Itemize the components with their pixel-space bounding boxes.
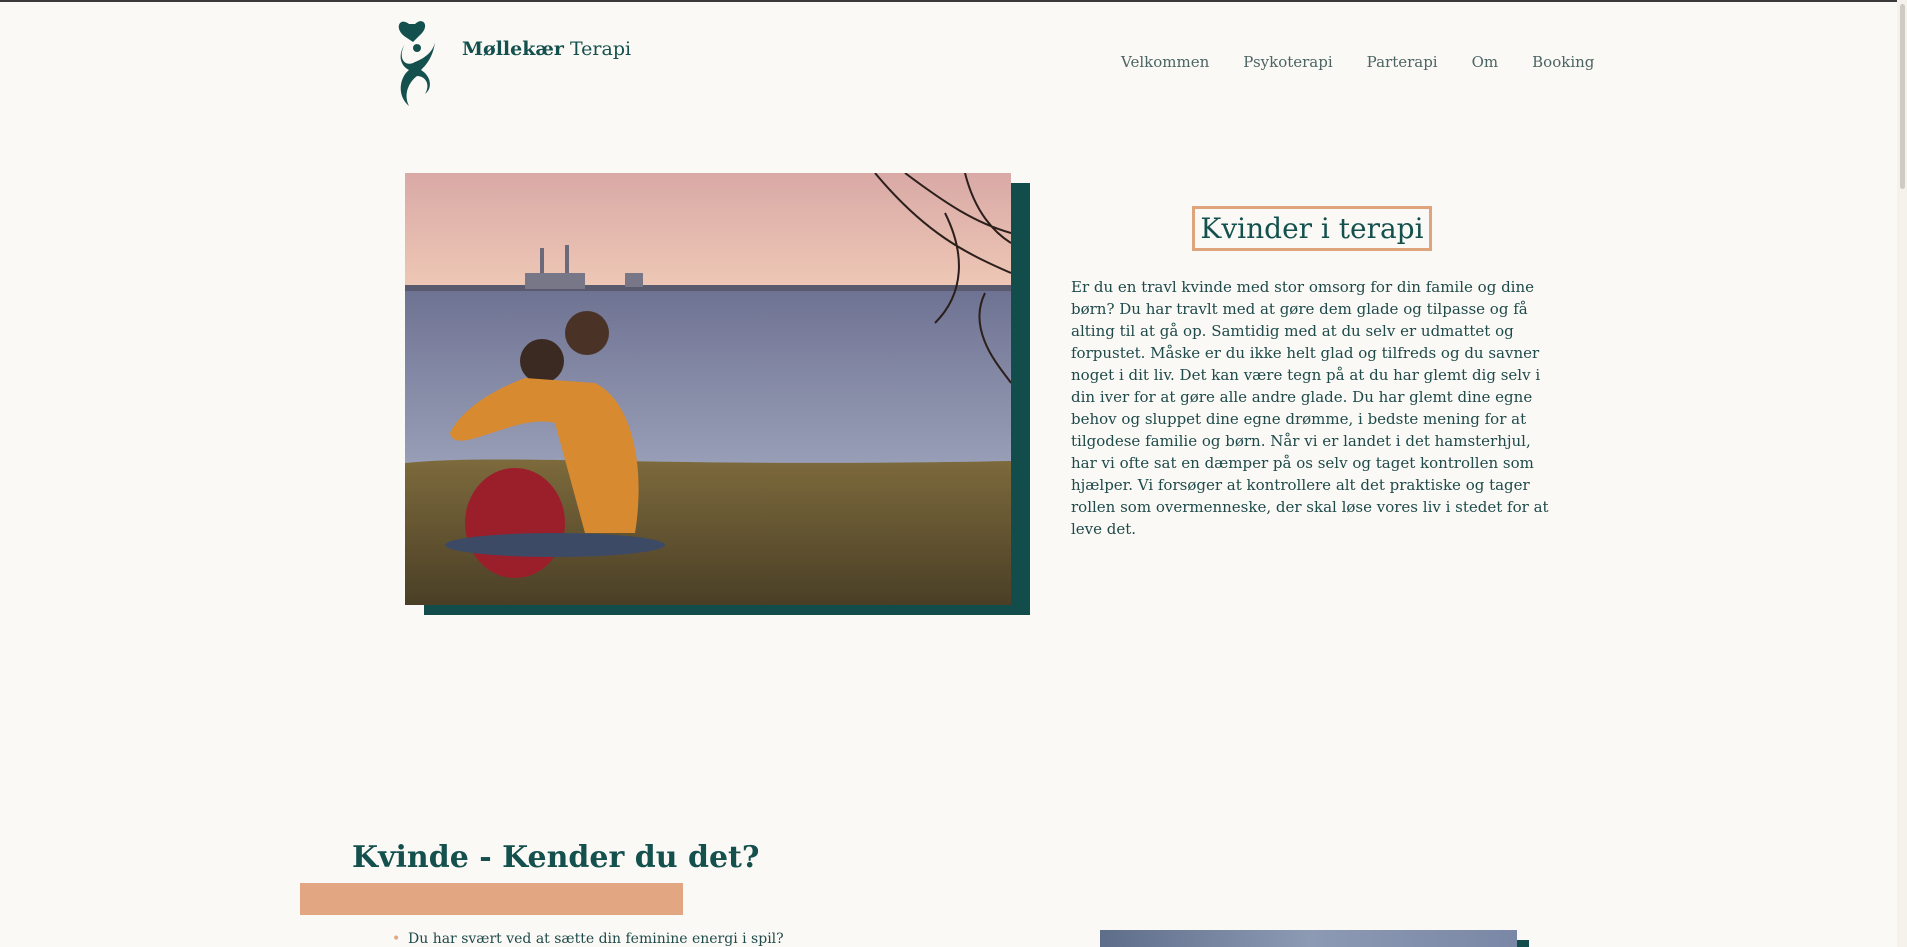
nav-item-booking[interactable]: Booking <box>1532 53 1594 71</box>
nav-item-om[interactable]: Om <box>1472 53 1499 71</box>
scrollbar-thumb[interactable] <box>1900 4 1905 189</box>
brand-name-rest: Terapi <box>563 38 632 60</box>
nav-item-psykoterapi[interactable]: Psykoterapi <box>1243 53 1332 71</box>
brand-name-bold: Møllekær <box>462 38 564 60</box>
hero-paragraph: Er du en travl kvinde med stor omsorg fo… <box>1071 278 1549 538</box>
heart-figure-logo-icon[interactable] <box>395 14 445 108</box>
section2-photo-shadow <box>1517 940 1529 947</box>
section2-list: Du har svært ved at sætte din feminine e… <box>392 931 784 947</box>
section2-photo <box>1100 930 1517 947</box>
hero-title: Kvinder i terapi <box>1200 212 1424 245</box>
section2-title: Kvinde - Kender du det? <box>352 840 760 875</box>
window-top-border <box>0 0 1907 2</box>
brand-name[interactable]: Møllekær Terapi <box>462 38 631 60</box>
page-scrollbar[interactable] <box>1897 0 1907 947</box>
nav-item-parterapi[interactable]: Parterapi <box>1367 53 1438 71</box>
main-nav: Velkommen Psykoterapi Parterapi Om Booki… <box>1121 53 1594 71</box>
list-item: Du har svært ved at sætte din feminine e… <box>392 931 784 947</box>
hero-title-box: Kvinder i terapi <box>1192 206 1432 251</box>
hero-couple-photo <box>405 173 1011 605</box>
nav-item-velkommen[interactable]: Velkommen <box>1121 53 1209 71</box>
section2-accent-bar <box>300 883 683 915</box>
